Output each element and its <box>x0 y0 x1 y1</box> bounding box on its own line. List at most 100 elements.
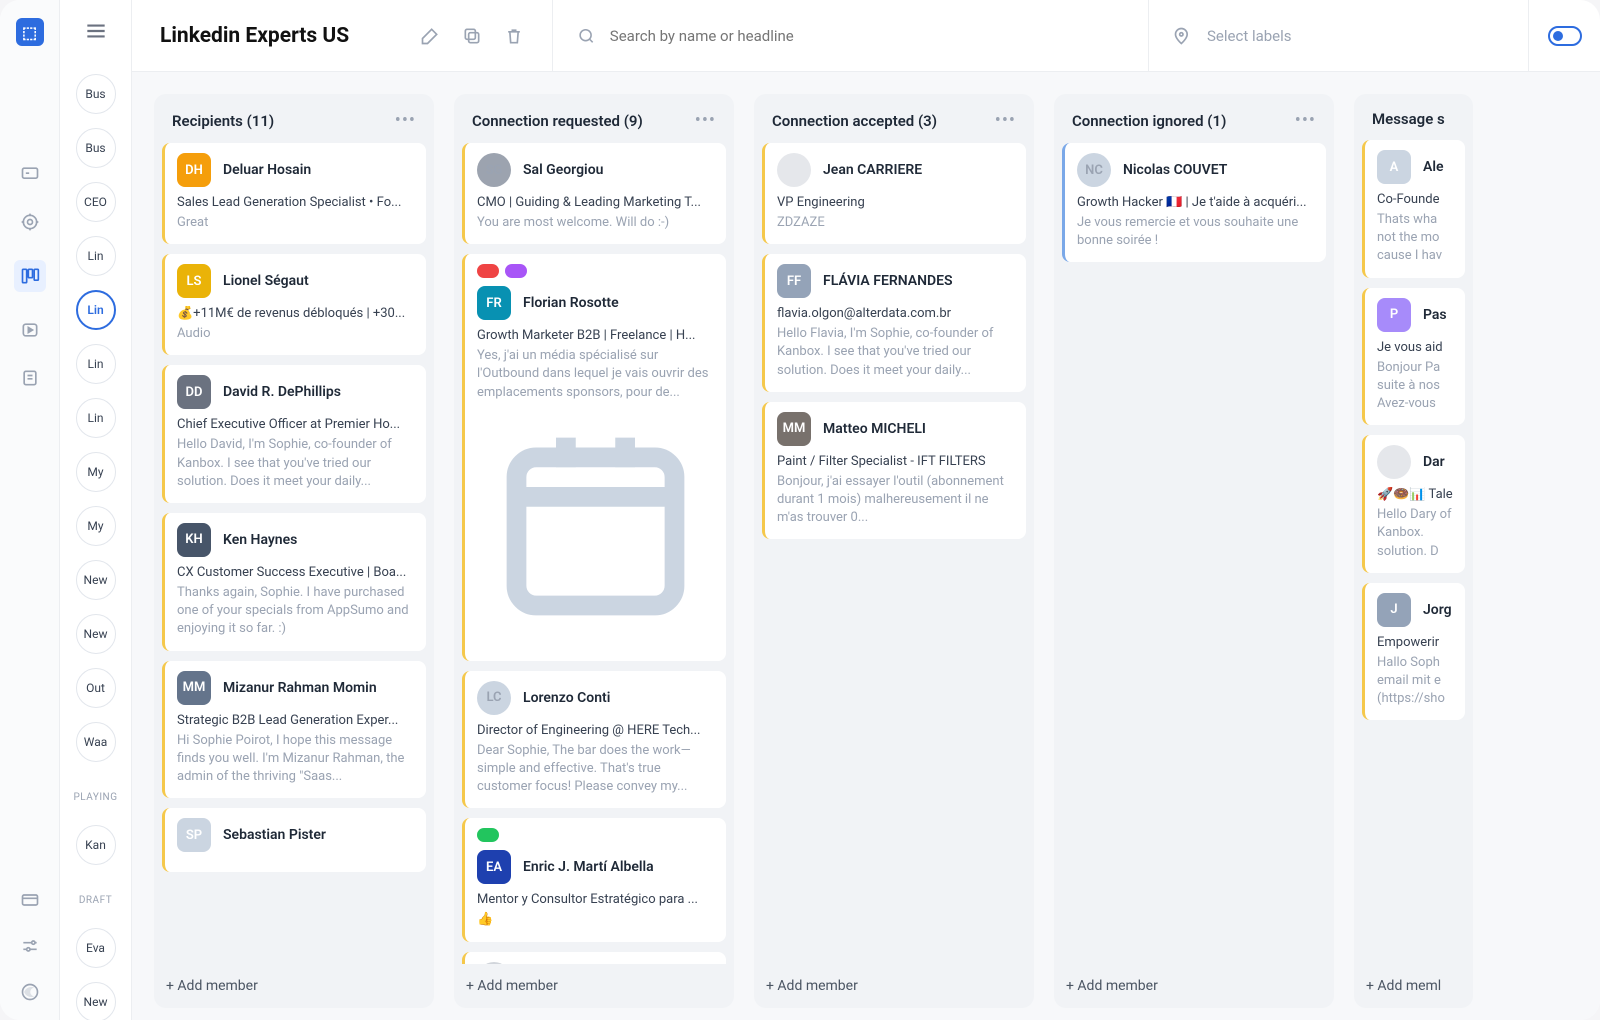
add-member-button[interactable]: + Add member <box>454 964 734 1008</box>
sidebar-item[interactable]: New <box>76 982 116 1020</box>
kanban-card[interactable]: MMMatteo MICHELIPaint / Filter Specialis… <box>762 402 1026 540</box>
sidebar-group-label: DRAFT <box>79 895 112 906</box>
toggle-view[interactable] <box>1528 0 1600 71</box>
add-member-button[interactable]: + Add member <box>1054 964 1334 1008</box>
labels-select[interactable]: Select labels <box>1148 0 1528 71</box>
kanban-card[interactable]: SPSebastian Pister <box>162 808 426 872</box>
avatar: NC <box>1077 153 1111 187</box>
kanban-card[interactable]: SGSal GeorgiouCMO | Guiding & Leading Ma… <box>462 143 726 244</box>
card-message: Great <box>177 214 414 232</box>
card-subtitle: Co-Founde <box>1377 192 1453 207</box>
kanban-card[interactable]: PPasJe vous aidBonjour Pa suite à nos Av… <box>1362 288 1465 426</box>
card-message: 👍 <box>477 911 714 929</box>
kanban-icon[interactable] <box>14 260 46 292</box>
sidebar-item[interactable]: New <box>76 560 116 600</box>
add-member-button[interactable]: + Add member <box>154 964 434 1008</box>
sidebar: BusBusCEOLinLinLinLinMyMyNewNewOutWaaPLA… <box>60 0 132 1020</box>
add-member-button[interactable]: + Add member <box>754 964 1034 1008</box>
sidebar-item[interactable]: My <box>76 506 116 546</box>
card-name: FLÁVIA FERNANDES <box>823 273 953 289</box>
card-subtitle: Mentor y Consultor Estratégico para ... <box>477 892 714 907</box>
document-icon[interactable] <box>20 368 40 388</box>
kanban-card[interactable]: EAEnric J. Martí AlbellaMentor y Consult… <box>462 818 726 941</box>
kanban-card[interactable]: FFFLÁVIA FERNANDESflavia.olgon@alterdata… <box>762 254 1026 392</box>
card-message: Bonjour Pa suite à nos Avez-vous <box>1377 359 1453 414</box>
card-message: Je vous remercie et vous souhaite une bo… <box>1077 214 1314 250</box>
kanban-card[interactable]: MMMizanur Rahman MominStrategic B2B Lead… <box>162 661 426 799</box>
card-icon[interactable] <box>20 890 40 910</box>
card-subtitle: 🚀🍩📊 Tale <box>1377 487 1453 502</box>
card-message: Dear Sophie, The bar does the work—simpl… <box>477 742 714 797</box>
menu-icon[interactable] <box>83 18 109 44</box>
sliders-icon[interactable] <box>20 936 40 956</box>
sidebar-item[interactable]: Out <box>76 668 116 708</box>
sidebar-item[interactable]: CEO <box>76 182 116 222</box>
card-name: Enric J. Martí Albella <box>523 859 654 875</box>
card-name: Jean CARRIERE <box>823 162 922 178</box>
sidebar-item[interactable]: Lin <box>76 344 116 384</box>
nav-rail: ⬚ <box>0 0 60 1020</box>
sidebar-item[interactable]: Bus <box>76 74 116 114</box>
card-name: David R. DePhillips <box>223 384 341 400</box>
main: Linkedin Experts US Select labels Recipi… <box>132 0 1600 1020</box>
toggle-icon <box>1548 26 1582 46</box>
copy-icon[interactable] <box>462 26 482 46</box>
label-pill <box>505 264 527 278</box>
calendar-icon <box>477 408 714 649</box>
card-subtitle: 💰+11M€ de revenus débloqués | +30... <box>177 306 414 321</box>
sidebar-item[interactable]: New <box>76 614 116 654</box>
sidebar-item[interactable]: Kan <box>76 825 116 865</box>
card-subtitle: Je vous aid <box>1377 340 1453 355</box>
sidebar-item[interactable]: Bus <box>76 128 116 168</box>
kanban-card[interactable]: KHKen HaynesCX Customer Success Executiv… <box>162 513 426 651</box>
column-menu-icon[interactable]: ••• <box>695 110 716 131</box>
target-icon[interactable] <box>20 212 40 232</box>
sidebar-item[interactable]: My <box>76 452 116 492</box>
card-subtitle: CX Customer Success Executive | Boa... <box>177 565 414 580</box>
card-message: Thanks again, Sophie. I have purchased o… <box>177 584 414 639</box>
column-title: Connection requested (9) <box>472 112 643 130</box>
trash-icon[interactable] <box>504 26 524 46</box>
card-message: Bonjour, j'ai essayer l'outil (abonnemen… <box>777 473 1014 528</box>
add-member-button[interactable]: + Add meml <box>1354 964 1473 1008</box>
card-message: ZDZAZE <box>777 214 1014 232</box>
play-icon[interactable] <box>20 320 40 340</box>
kanban-card[interactable]: LSLionel Ségaut💰+11M€ de revenus débloqu… <box>162 254 426 355</box>
card-message: Yes, j'ai un média spécialisé sur l'Outb… <box>477 347 714 402</box>
card-subtitle: Paint / Filter Specialist - IFT FILTERS <box>777 454 1014 469</box>
kanban-card[interactable]: LCLorenzo ContiDirector of Engineering @… <box>462 671 726 809</box>
sidebar-item[interactable]: Eva <box>76 928 116 968</box>
column-menu-icon[interactable]: ••• <box>395 110 416 131</box>
sidebar-item[interactable]: Lin <box>76 290 116 330</box>
kanban-card[interactable]: Jean CARRIEREVP EngineeringZDZAZE <box>762 143 1026 244</box>
search-icon <box>577 26 596 46</box>
kanban-card[interactable]: DHDeluar HosainSales Lead Generation Spe… <box>162 143 426 244</box>
column-title: Connection ignored (1) <box>1072 112 1226 130</box>
kanban-card[interactable]: FRFlorian RosotteGrowth Marketer B2B | F… <box>462 254 726 661</box>
kanban-card[interactable]: JJorgEmpowerirHallo Soph email mit e (ht… <box>1362 583 1465 721</box>
kanban-card[interactable]: PHPhilip HellyerFractional advisory for … <box>462 952 726 965</box>
sidebar-item[interactable]: Waa <box>76 722 116 762</box>
card-message: Audio <box>177 325 414 343</box>
moon-icon[interactable] <box>20 982 40 1002</box>
card-name: Jorg <box>1423 602 1452 618</box>
column-title: Recipients (11) <box>172 112 274 130</box>
column-menu-icon[interactable]: ••• <box>995 110 1016 131</box>
card-name: Florian Rosotte <box>523 295 619 311</box>
avatar <box>777 153 811 187</box>
kanban-card[interactable]: NCNicolas COUVETGrowth Hacker 🇫🇷 | Je t'… <box>1062 143 1326 262</box>
edit-icon[interactable] <box>420 26 440 46</box>
messages-icon[interactable] <box>20 164 40 184</box>
kanban-card[interactable]: Dar🚀🍩📊 TaleHello Dary of Kanbox. solutio… <box>1362 435 1465 573</box>
card-message: Hello Flavia, I'm Sophie, co-founder of … <box>777 325 1014 380</box>
card-name: Ale <box>1423 159 1444 175</box>
sidebar-item[interactable]: Lin <box>76 398 116 438</box>
column-menu-icon[interactable]: ••• <box>1295 110 1316 131</box>
tag-icon <box>1173 26 1193 46</box>
sidebar-item[interactable]: Lin <box>76 236 116 276</box>
kanban-card[interactable]: AAleCo-FoundeThats wha not the mo cause … <box>1362 140 1465 278</box>
kanban-card[interactable]: DDDavid R. DePhillipsChief Executive Off… <box>162 365 426 503</box>
search-bar[interactable] <box>552 0 1148 71</box>
card-subtitle: flavia.olgon@alterdata.com.br <box>777 306 1014 321</box>
search-input[interactable] <box>610 27 1124 45</box>
